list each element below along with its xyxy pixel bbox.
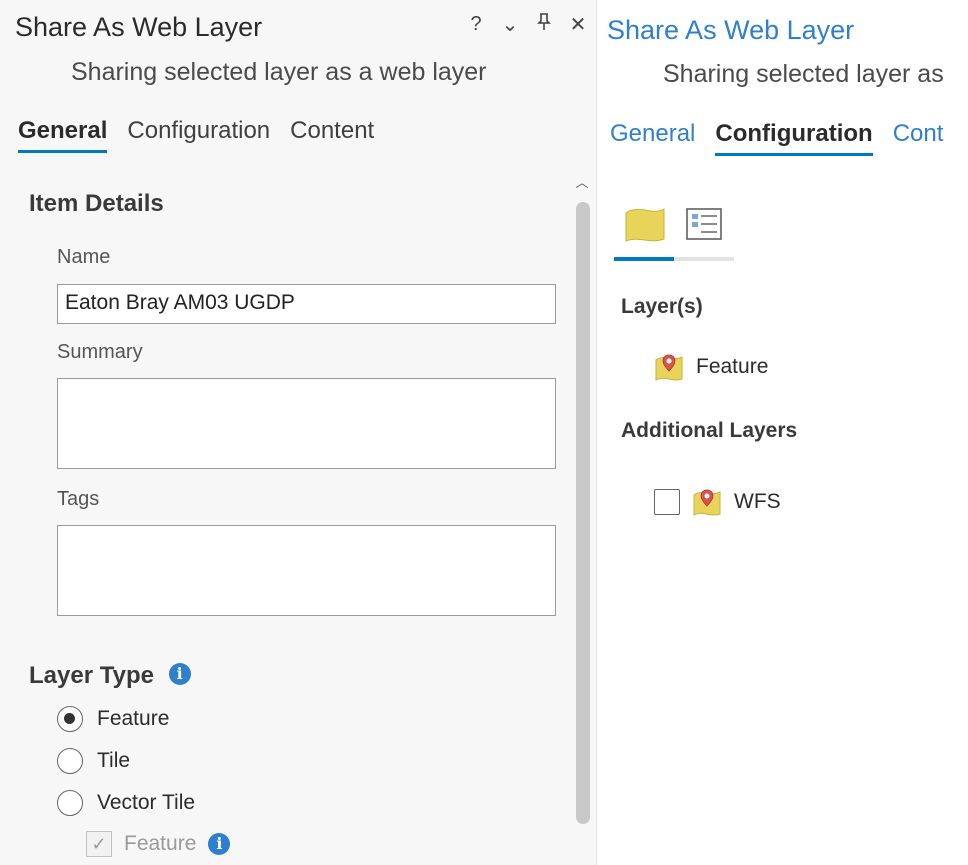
layer-label: WFS	[734, 490, 781, 513]
tags-label: Tags	[57, 488, 100, 510]
info-icon[interactable]: i	[208, 833, 231, 855]
pane-subtitle: Sharing selected layer as a web layer	[71, 58, 487, 86]
summary-label: Summary	[57, 341, 143, 363]
feature-layer-icon	[655, 354, 683, 381]
radio-button[interactable]	[57, 748, 83, 774]
tab-general[interactable]: General	[610, 120, 695, 153]
checkbox-disabled: ✓	[86, 831, 112, 857]
active-indicator	[614, 257, 674, 261]
radio-label: Feature	[97, 707, 170, 730]
info-icon[interactable]: i	[168, 662, 191, 685]
pane-subtitle: Sharing selected layer as	[663, 60, 944, 88]
layer-icon	[625, 208, 665, 242]
radio-button[interactable]	[57, 790, 83, 816]
help-icon[interactable]: ?	[466, 13, 486, 36]
tags-input[interactable]	[57, 525, 556, 616]
wfs-checkbox[interactable]	[654, 489, 680, 515]
additional-layers-heading: Additional Layers	[621, 419, 798, 442]
layers-config-tab[interactable]	[615, 195, 675, 255]
name-label: Name	[57, 246, 111, 268]
pane-title: Share As Web Layer	[15, 12, 263, 42]
radio-vector-tile[interactable]: Vector Tile	[57, 790, 195, 816]
layer-type-heading-text: Layer Type	[29, 662, 154, 689]
vertical-scrollbar[interactable]: ︿	[573, 170, 591, 865]
tab-configuration[interactable]: Configuration	[715, 120, 874, 156]
tab-content[interactable]: Content	[290, 117, 374, 150]
radio-feature[interactable]: Feature	[57, 706, 169, 732]
layer-type-heading: Layer Type i	[29, 662, 191, 690]
pin-icon[interactable]	[534, 12, 554, 37]
tab-bar: General Configuration Content	[18, 117, 374, 153]
sub-feature-label: Feature	[124, 832, 197, 855]
layers-heading: Layer(s)	[621, 295, 703, 318]
pane-controls: ? ⌄ ✕	[466, 12, 588, 37]
properties-icon	[686, 208, 722, 240]
name-input[interactable]: Eaton Bray AM03 UGDP	[57, 284, 556, 324]
summary-input[interactable]	[57, 378, 556, 469]
sub-feature-checkbox-row: ✓ Feature i	[86, 831, 231, 857]
tab-bar: General Configuration Cont	[610, 120, 944, 156]
radio-label: Vector Tile	[97, 791, 196, 814]
tab-configuration[interactable]: Configuration	[127, 117, 270, 150]
icon-tab-underline	[614, 257, 734, 261]
tab-general[interactable]: General	[18, 117, 108, 153]
share-general-pane: Share As Web Layer ? ⌄ ✕ Sharing selecte…	[0, 0, 596, 865]
properties-config-tab[interactable]	[675, 195, 735, 255]
pane-title: Share As Web Layer	[607, 15, 855, 45]
wfs-layer-icon	[693, 489, 721, 516]
radio-tile[interactable]: Tile	[57, 748, 130, 774]
configuration-icon-tabs	[615, 195, 735, 261]
additional-layer-wfs[interactable]: WFS	[654, 487, 781, 517]
tab-content[interactable]: Cont	[893, 120, 944, 153]
share-configuration-pane: Share As Web Layer Sharing selected laye…	[596, 0, 968, 865]
close-icon[interactable]: ✕	[568, 12, 588, 37]
item-details-heading: Item Details	[29, 190, 164, 217]
scroll-up-icon[interactable]: ︿	[573, 172, 591, 191]
layer-label: Feature	[696, 355, 769, 378]
chevron-down-icon[interactable]: ⌄	[500, 12, 520, 37]
radio-label: Tile	[97, 749, 131, 772]
scroll-thumb[interactable]	[576, 202, 590, 824]
radio-button[interactable]	[57, 706, 83, 732]
layer-item-feature[interactable]: Feature	[654, 352, 768, 382]
